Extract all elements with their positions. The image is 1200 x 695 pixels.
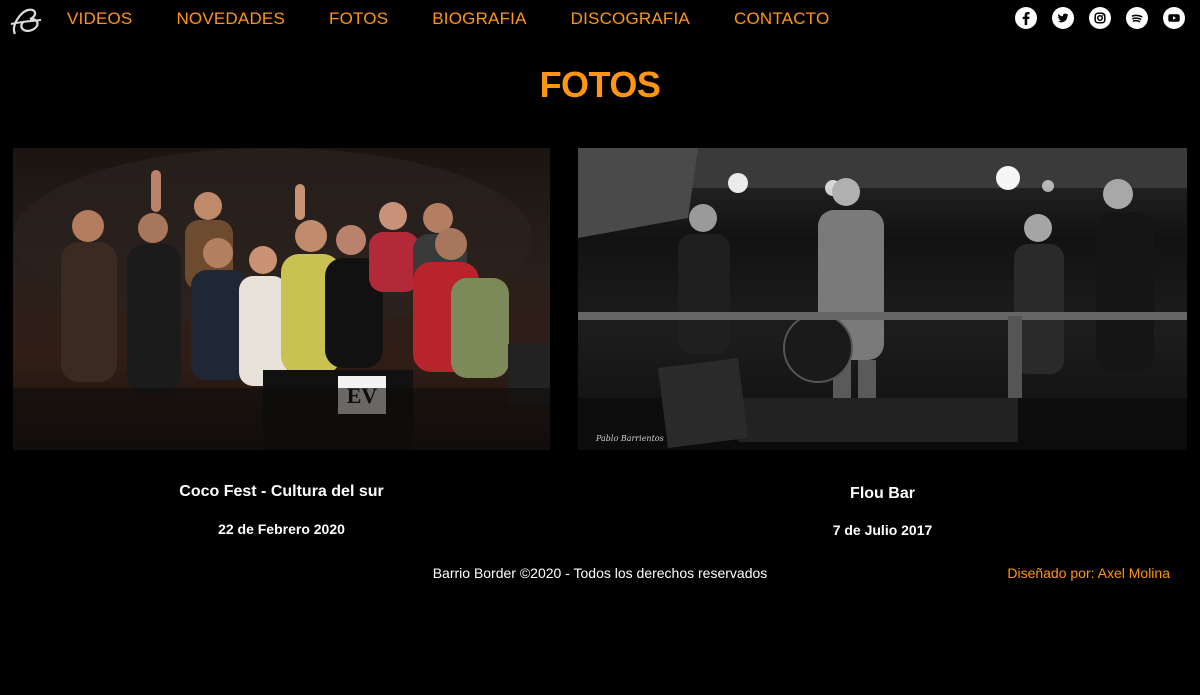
photo-watermark: Pablo Barrientos xyxy=(595,434,664,443)
band-logo[interactable] xyxy=(8,4,44,38)
nav-novedades[interactable]: NOVEDADES xyxy=(176,9,285,29)
spotify-icon[interactable] xyxy=(1126,7,1148,29)
photo-date: 22 de Febrero 2020 xyxy=(218,521,345,537)
photo-date: 7 de Julio 2017 xyxy=(832,522,933,538)
photo-title: Coco Fest - Cultura del sur xyxy=(179,483,384,500)
nav-biografia[interactable]: BIOGRAFIA xyxy=(432,9,526,29)
page-title: FOTOS xyxy=(539,64,661,105)
top-navbar: VIDEOS NOVEDADES FOTOS BIOGRAFIA DISCOGR… xyxy=(0,0,1200,40)
instagram-icon[interactable] xyxy=(1089,7,1111,29)
social-links xyxy=(1015,7,1185,29)
photo-title: Flou Bar xyxy=(850,485,915,502)
photo-coco-fest[interactable]: EV xyxy=(13,148,550,450)
youtube-icon[interactable] xyxy=(1163,7,1185,29)
main-nav: VIDEOS NOVEDADES FOTOS BIOGRAFIA DISCOGR… xyxy=(67,9,873,29)
band-group-photo: EV xyxy=(13,148,550,450)
photo-flou-bar[interactable]: Pablo Barrientos xyxy=(578,148,1187,450)
nav-discografia[interactable]: DISCOGRAFIA xyxy=(571,9,690,29)
band-live-photo: Pablo Barrientos xyxy=(578,148,1187,450)
facebook-icon[interactable] xyxy=(1015,7,1037,29)
nav-contacto[interactable]: CONTACTO xyxy=(734,9,829,29)
twitter-icon[interactable] xyxy=(1052,7,1074,29)
footer-designer-link[interactable]: Diseñado por: Axel Molina xyxy=(1007,565,1170,581)
nav-videos[interactable]: VIDEOS xyxy=(67,9,132,29)
nav-fotos[interactable]: FOTOS xyxy=(329,9,388,29)
